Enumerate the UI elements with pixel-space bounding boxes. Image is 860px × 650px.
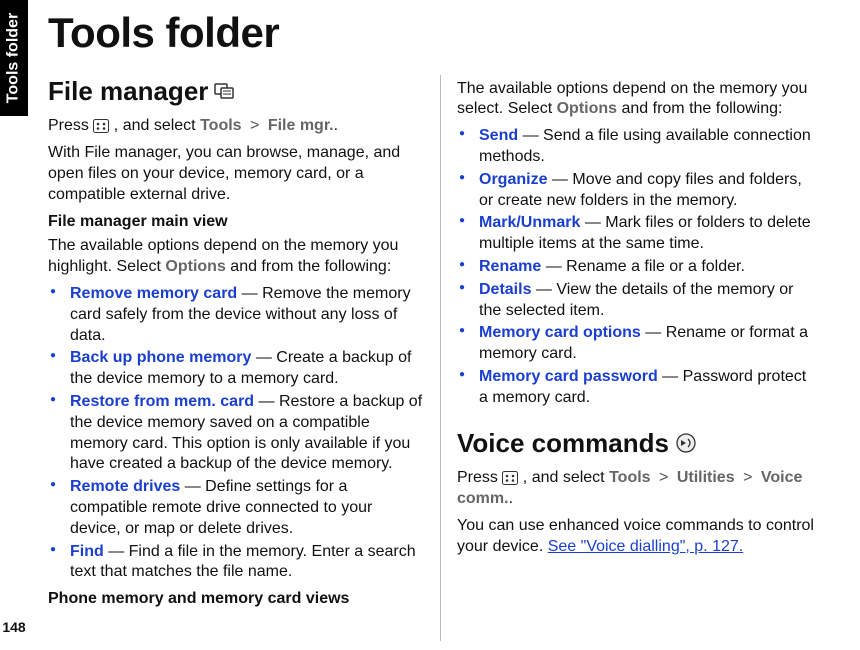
list-item: Send — Send a file using available conne… (457, 126, 818, 168)
list-item: Memory card password — Password protect … (457, 367, 818, 409)
list-item: Memory card options — Rename or format a… (457, 323, 818, 365)
voice-commands-intro: You can use enhanced voice commands to c… (457, 516, 818, 558)
option-term: Restore from mem. card (70, 393, 254, 410)
option-term: Remote drives (70, 478, 180, 495)
voice-commands-heading: Voice commands (457, 427, 818, 461)
press-mid: , and select (523, 469, 609, 486)
memory-views-heading: Phone memory and memory card views (48, 589, 426, 610)
file-manager-heading: File manager (48, 75, 426, 109)
chevron-right-icon: > (655, 469, 672, 486)
voice-commands-icon (675, 432, 697, 454)
right-column: The available options depend on the memo… (440, 75, 832, 641)
chevron-right-icon: > (739, 469, 756, 486)
press-prefix: Press (457, 469, 502, 486)
two-column-layout: File manager Press (48, 75, 860, 641)
main-view-options: Remove memory card — Remove the memory c… (48, 284, 426, 583)
option-term: Find (70, 543, 104, 560)
file-manager-icon (214, 81, 236, 101)
options-label: Options (165, 258, 225, 275)
option-term: Remove memory card (70, 285, 237, 302)
memory-views-options: Send — Send a file using available conne… (457, 126, 818, 408)
file-manager-nav-path: Press , and select Tools > File mgr.. (48, 116, 426, 137)
list-item: Rename — Rename a file or a folder. (457, 257, 818, 278)
list-item: Details — View the details of the memory… (457, 280, 818, 322)
section-tab: Tools folder (0, 0, 28, 116)
option-desc: — Find a file in the memory. Enter a sea… (70, 543, 416, 581)
option-desc: — Send a file using available connection… (479, 127, 811, 165)
voice-commands-heading-text: Voice commands (457, 427, 669, 461)
option-term: Details (479, 281, 531, 298)
main-view-heading: File manager main view (48, 212, 426, 233)
nav-utilities: Utilities (677, 469, 735, 486)
section-tab-label: Tools folder (4, 13, 25, 103)
press-mid: , and select (114, 117, 200, 134)
left-column: File manager Press (48, 75, 440, 641)
option-term: Memory card password (479, 368, 658, 385)
home-key-icon (502, 471, 518, 485)
list-item: Find — Find a file in the memory. Enter … (48, 542, 426, 584)
main-view-lead: The available options depend on the memo… (48, 236, 426, 278)
option-term: Back up phone memory (70, 349, 251, 366)
voice-commands-nav-path: Press , and select Tools > Utilities > V… (457, 468, 818, 510)
page-body: Tools folder File manager Press (48, 0, 860, 650)
options-label: Options (557, 100, 617, 117)
file-manager-heading-text: File manager (48, 75, 208, 109)
list-item: Back up phone memory — Create a backup o… (48, 348, 426, 390)
chevron-right-icon: > (246, 117, 263, 134)
option-term: Send (479, 127, 518, 144)
page-title: Tools folder (48, 6, 860, 61)
option-term: Organize (479, 171, 547, 188)
page-number: 148 (0, 618, 28, 636)
voice-dialling-link[interactable]: See "Voice dialling", p. 127. (548, 538, 744, 555)
option-desc: — Rename a file or a folder. (541, 258, 745, 275)
option-term: Memory card options (479, 324, 641, 341)
option-term: Rename (479, 258, 541, 275)
nav-tools: Tools (200, 117, 241, 134)
home-key-icon (93, 119, 109, 133)
nav-end: . (334, 117, 338, 134)
list-item: Remove memory card — Remove the memory c… (48, 284, 426, 346)
list-item: Mark/Unmark — Mark files or folders to d… (457, 213, 818, 255)
press-prefix: Press (48, 117, 93, 134)
list-item: Restore from mem. card — Restore a backu… (48, 392, 426, 475)
memory-views-lead: The available options depend on the memo… (457, 79, 818, 121)
list-item: Organize — Move and copy files and folde… (457, 170, 818, 212)
nav-filemgr: File mgr. (268, 117, 334, 134)
file-manager-intro: With File manager, you can browse, manag… (48, 143, 426, 205)
nav-tools: Tools (609, 469, 650, 486)
list-item: Remote drives — Define settings for a co… (48, 477, 426, 539)
nav-end: . (509, 490, 513, 507)
option-term: Mark/Unmark (479, 214, 580, 231)
